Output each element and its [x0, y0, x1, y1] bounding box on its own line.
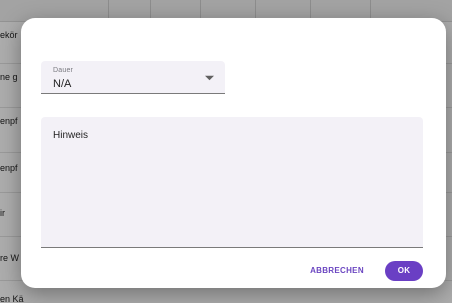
note-dialog: Dauer N/A Hinweis ABBRECHEN OK [21, 18, 446, 288]
dropdown-arrow-icon [205, 75, 214, 81]
duration-label: Dauer [53, 67, 74, 74]
cancel-button[interactable]: ABBRECHEN [308, 262, 366, 280]
duration-value: N/A [53, 78, 72, 90]
note-textarea[interactable]: Hinweis [41, 117, 423, 248]
duration-select[interactable]: Dauer N/A [41, 61, 225, 94]
note-label: Hinweis [53, 130, 89, 141]
ok-button[interactable]: OK [385, 261, 423, 281]
